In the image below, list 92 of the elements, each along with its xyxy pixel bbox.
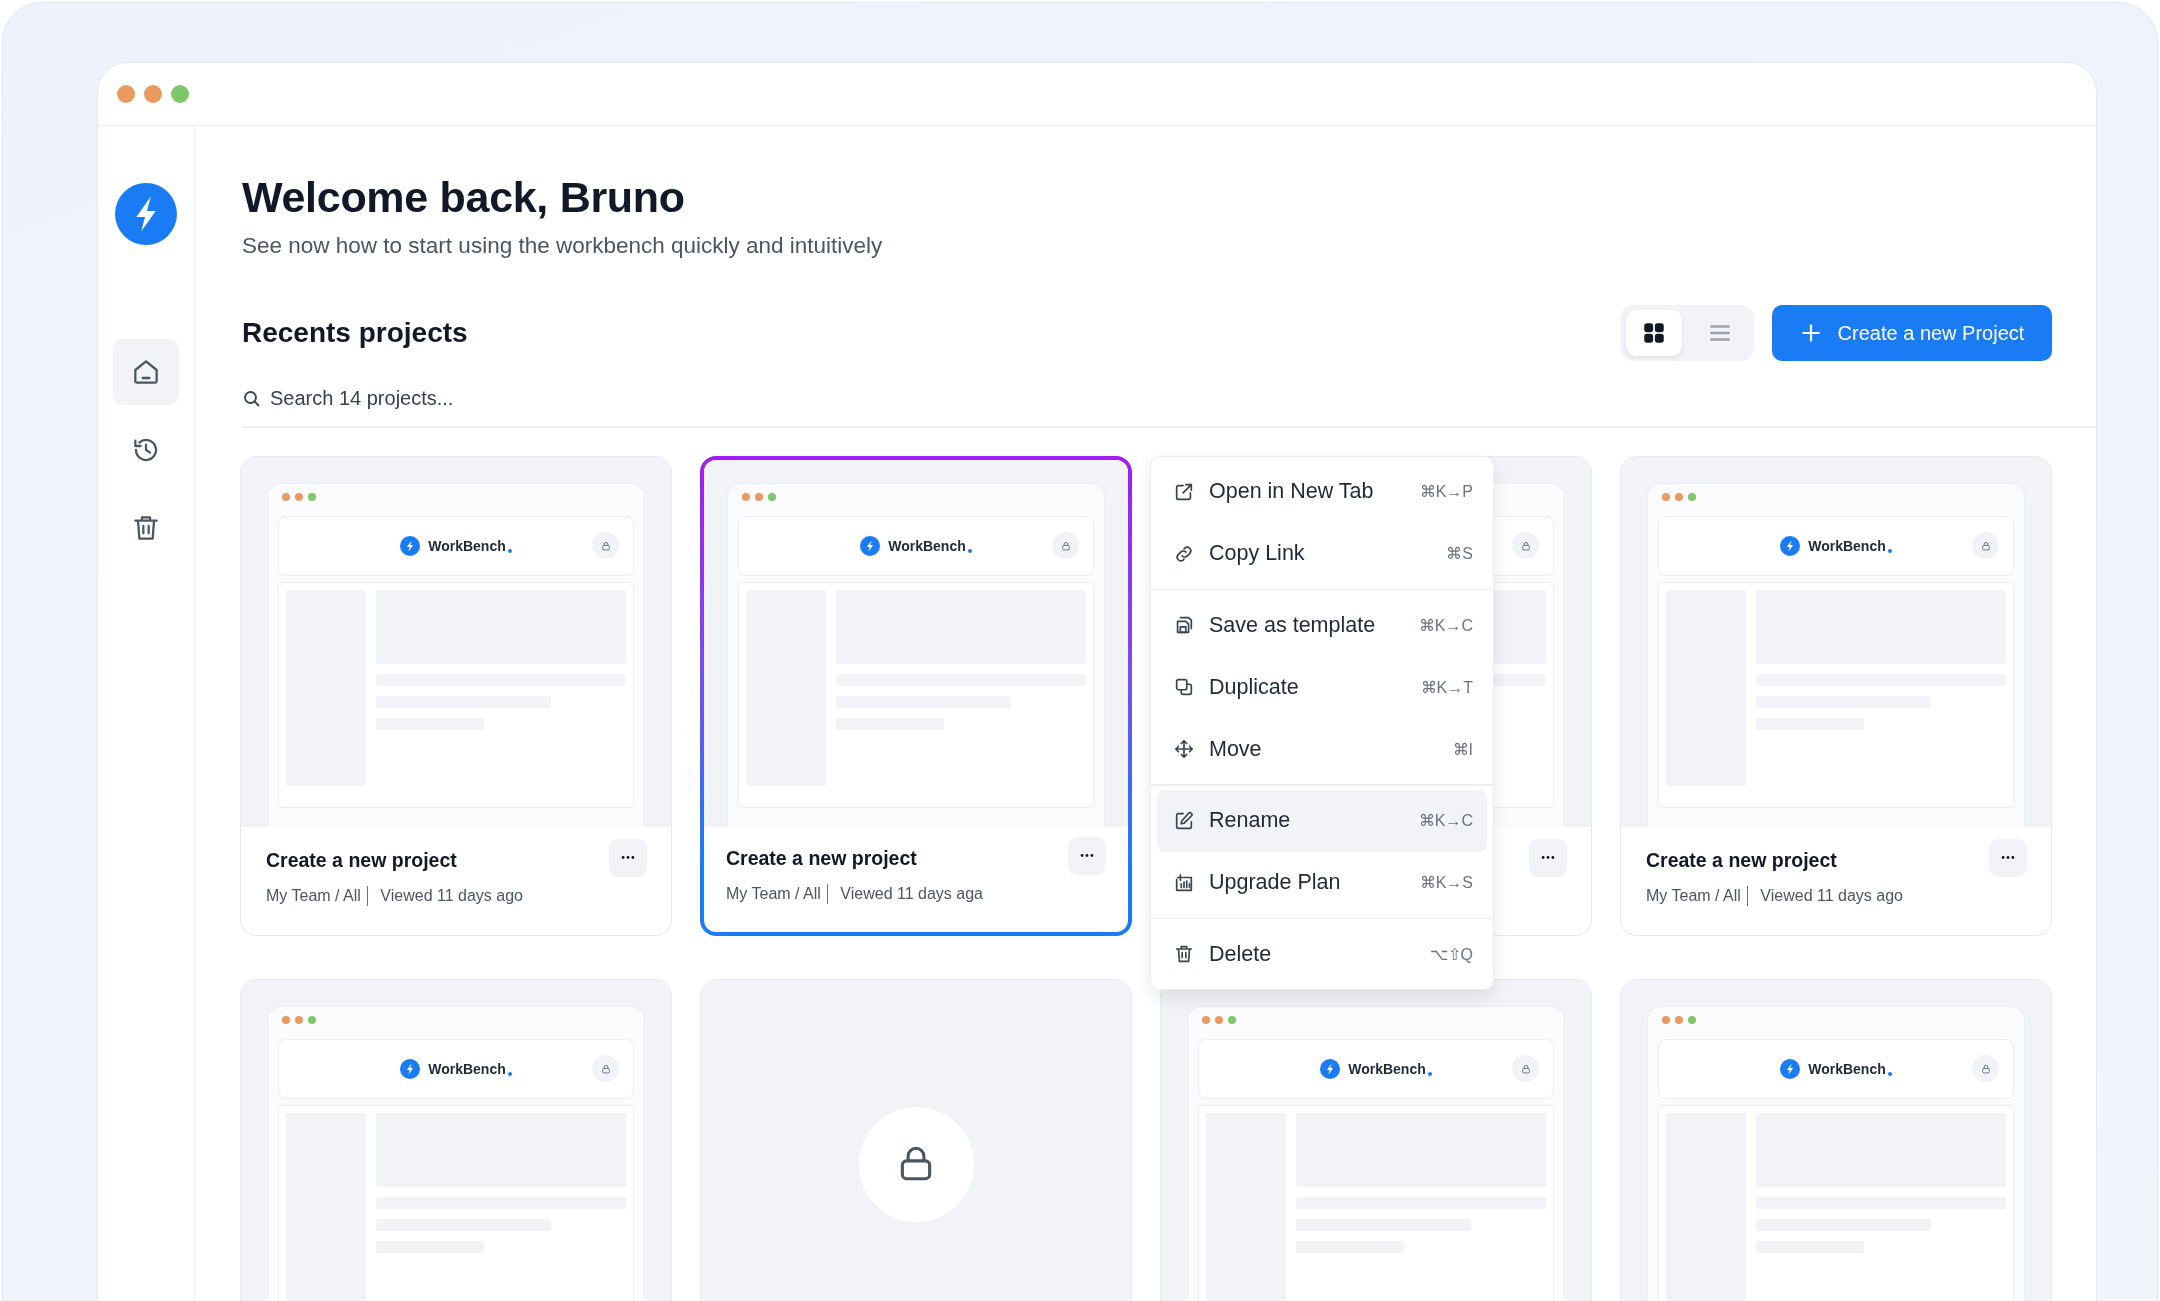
search-field[interactable]: Search 14 projects...	[242, 387, 472, 411]
brand-dot	[1427, 1071, 1432, 1076]
brand-name: WorkBench	[428, 1060, 506, 1077]
logo-icon	[1320, 1058, 1341, 1079]
welcome-title: Welcome back, Bruno	[242, 174, 686, 222]
logo-icon	[860, 535, 881, 556]
brand-dot	[507, 548, 512, 553]
lock-icon	[592, 532, 619, 560]
window-dot[interactable]	[144, 85, 162, 103]
menu-item-label: Move	[1209, 736, 1263, 762]
ellipsis-icon	[621, 855, 635, 861]
search-icon	[242, 388, 262, 409]
menu-item-label: Open in New Tab	[1209, 479, 1375, 505]
keyboard-shortcut: ⌘K→S	[1419, 873, 1473, 893]
menu-item[interactable]: Save as template ⌘K→C	[1157, 594, 1487, 657]
plus-icon	[1799, 322, 1822, 345]
lock-icon	[592, 1055, 619, 1083]
keyboard-shortcut: ⌘I	[1452, 739, 1473, 759]
project-title: Create a new project	[266, 848, 458, 872]
project-title: Create a new project	[726, 846, 918, 870]
logo-icon	[1780, 535, 1801, 556]
move-icon	[1173, 738, 1195, 761]
window-dots-icon	[1662, 492, 1696, 501]
keyboard-shortcut: ⌘K→P	[1419, 482, 1473, 502]
brand-name: WorkBench	[888, 537, 966, 554]
window-dot[interactable]	[171, 85, 189, 103]
window-dot[interactable]	[117, 85, 135, 103]
ellipsis-icon	[2001, 855, 2015, 861]
brand-dot	[1887, 548, 1892, 553]
project-team: My Team / All	[1646, 886, 1741, 905]
menu-item[interactable]: Open in New Tab ⌘K→P	[1157, 460, 1487, 523]
menu-item[interactable]: Rename ⌘K→C	[1157, 789, 1487, 852]
menu-item[interactable]: Upgrade Plan ⌘K→S	[1157, 851, 1487, 914]
lock-icon	[1052, 532, 1079, 560]
logo-icon	[400, 535, 421, 556]
brand-name: WorkBench	[1808, 537, 1886, 554]
project-title: Create a new project	[1646, 848, 1838, 872]
welcome-subtitle: See now how to start using the workbench quickly and intuitively	[242, 233, 884, 260]
section-title: Recents projects	[242, 317, 469, 350]
project-card[interactable]: WorkBench	[1620, 978, 2052, 1301]
logo-icon	[1780, 1058, 1801, 1079]
menu-item-label: Delete	[1209, 941, 1273, 967]
keyboard-shortcut: ⌘K→C	[1418, 811, 1473, 831]
ellipsis-icon	[1080, 853, 1094, 859]
project-card[interactable]: WorkBench Create a new project My Team / All Viewed 11 days ago	[1620, 455, 2052, 936]
ellipsis-icon	[1541, 855, 1555, 861]
more-button[interactable]	[609, 838, 647, 877]
window-dots-icon	[282, 492, 316, 501]
project-viewed-time: Viewed 11 days aga	[840, 884, 983, 903]
window-dots-icon	[1662, 1015, 1696, 1024]
project-team: My Team / All	[266, 886, 361, 905]
project-viewed-time: Viewed 11 days ago	[1760, 886, 1903, 905]
project-viewed-time: Viewed 11 days ago	[380, 886, 523, 905]
lock-icon	[1972, 532, 1999, 560]
lock-icon	[1512, 1055, 1539, 1083]
more-button[interactable]	[1529, 838, 1567, 877]
more-button[interactable]	[1989, 838, 2027, 877]
brand-name: WorkBench	[1348, 1060, 1426, 1077]
project-card[interactable]: WorkBench	[240, 978, 672, 1301]
project-team: My Team / All	[726, 884, 821, 903]
logo-icon	[115, 183, 177, 245]
menu-item-label: Copy Link	[1209, 541, 1306, 567]
brand-dot	[1887, 1071, 1892, 1076]
keyboard-shortcut: ⌥⇧Q	[1429, 944, 1473, 964]
grid-view-button[interactable]	[1626, 310, 1682, 357]
create-project-button[interactable]: Create a new Project	[1772, 305, 2052, 362]
window-dots-icon	[1202, 1015, 1236, 1024]
keyboard-shortcut: ⌘K→C	[1418, 615, 1473, 635]
menu-item-label: Rename	[1209, 808, 1292, 834]
brand-dot	[967, 548, 972, 553]
keyboard-shortcut: ⌘S	[1446, 544, 1473, 564]
keyboard-shortcut: ⌘K→T	[1420, 677, 1473, 697]
lock-icon	[1512, 532, 1539, 560]
project-card[interactable]: WorkBench Create a new project My Team / All Viewed 11 days ago	[240, 455, 672, 936]
brand-dot	[507, 1071, 512, 1076]
menu-item[interactable]: Duplicate ⌘K→T	[1157, 656, 1487, 719]
menu-item-label: Duplicate	[1209, 674, 1300, 700]
home-nav-button[interactable]	[113, 339, 179, 405]
more-button[interactable]	[1068, 836, 1106, 875]
brand-name: WorkBench	[428, 537, 506, 554]
lock-icon	[1972, 1055, 1999, 1083]
menu-item[interactable]: Move ⌘I	[1157, 718, 1487, 781]
project-card[interactable]: WorkBench	[1160, 978, 1592, 1301]
window-dots-icon	[742, 492, 776, 501]
menu-item-label: Upgrade Plan	[1209, 870, 1342, 896]
chart-icon	[1173, 871, 1195, 894]
menu-item-label: Save as template	[1209, 612, 1377, 638]
menu-item[interactable]: Copy Link ⌘S	[1157, 522, 1487, 585]
logo-icon	[400, 1058, 421, 1079]
edit-icon	[1173, 809, 1195, 832]
window-dots-icon	[282, 1015, 316, 1024]
brand-name: WorkBench	[1808, 1060, 1886, 1077]
